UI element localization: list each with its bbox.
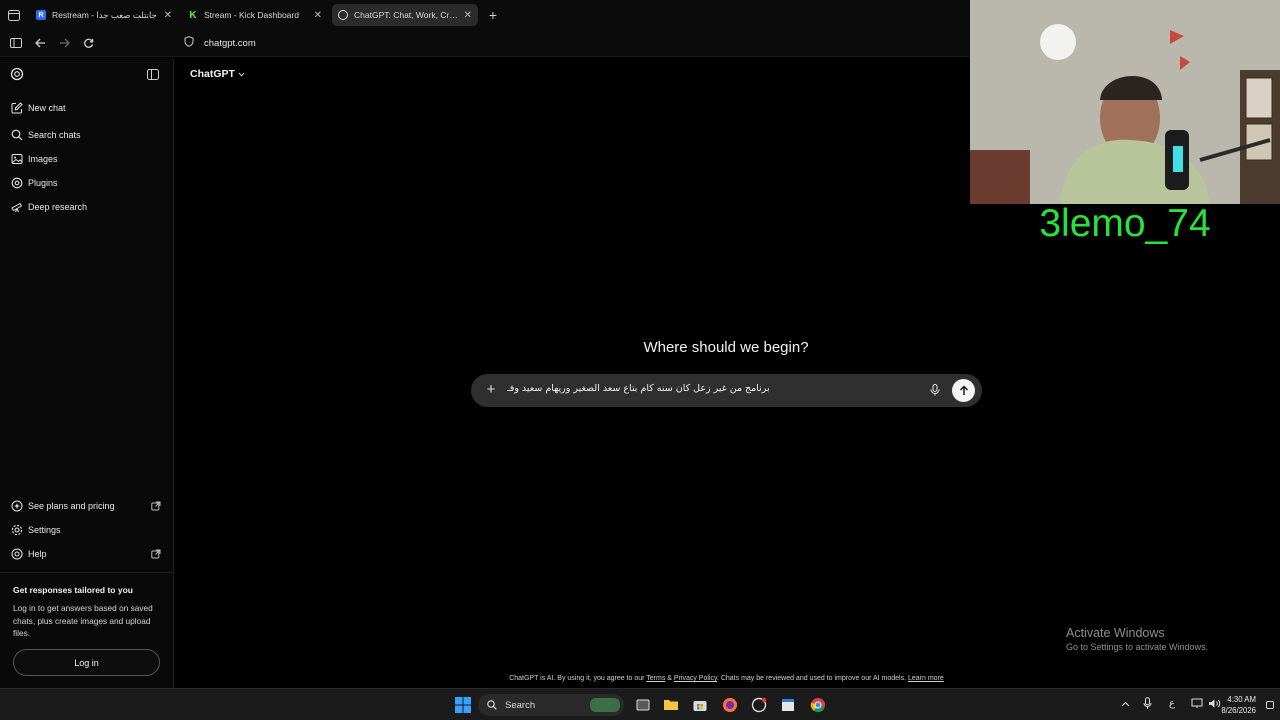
- tab-chatgpt[interactable]: ChatGPT: Chat, Work, Create & ✕: [332, 4, 478, 26]
- tab-title: Stream - Kick Dashboard: [204, 10, 299, 20]
- sidebar-item-settings[interactable]: Settings: [11, 521, 166, 539]
- page-headline: Where should we begin?: [643, 339, 809, 356]
- sidebar-item-label: Plugins: [28, 178, 58, 188]
- sparkle-icon: [11, 500, 23, 512]
- disclaimer-prefix: ChatGPT is AI. By using it, you agree to…: [509, 675, 647, 682]
- clock-date: 8/26/2026: [1221, 706, 1256, 715]
- watermark-title: Activate Windows: [1066, 626, 1165, 640]
- model-selector[interactable]: ChatGPT: [190, 68, 245, 80]
- search-icon: [11, 129, 23, 141]
- address-bar[interactable]: chatgpt.com: [178, 33, 968, 53]
- webcam-overlay: [970, 0, 1280, 204]
- input-language[interactable]: ع: [1169, 698, 1175, 709]
- external-link-icon: [151, 549, 161, 559]
- task-view-icon[interactable]: [635, 697, 651, 713]
- disclaimer-amp: &: [665, 675, 674, 682]
- disclaimer-middle: . Chats may be reviewed and used to impr…: [716, 675, 908, 682]
- site-info-icon[interactable]: [184, 36, 194, 50]
- plugins-icon: [11, 177, 23, 189]
- sidebar-item-label: Search chats: [28, 130, 81, 140]
- clock-time: 4:30 AM: [1227, 695, 1256, 704]
- windows-start-icon[interactable]: [455, 697, 471, 713]
- notification-icon[interactable]: [1266, 701, 1274, 709]
- taskbar-search-label: Search: [505, 699, 536, 711]
- sidebar-toggle-icon[interactable]: [8, 35, 24, 51]
- url-text[interactable]: chatgpt.com: [204, 38, 256, 49]
- telescope-icon: [11, 202, 23, 213]
- help-icon: [11, 548, 23, 560]
- gear-icon: [11, 524, 23, 536]
- search-highlight-icon: [590, 698, 620, 712]
- sidebar-item-plans-pricing[interactable]: See plans and pricing: [11, 497, 166, 515]
- model-name: ChatGPT: [190, 68, 235, 80]
- sidebar-item-new-chat[interactable]: New chat: [11, 99, 166, 117]
- tab-title: ChatGPT: Chat, Work, Create &: [354, 10, 472, 20]
- sidebar-item-label: New chat: [28, 103, 66, 113]
- webcam-feed-image: [970, 0, 1280, 204]
- tray-overflow-icon[interactable]: [1121, 699, 1130, 710]
- microphone-icon[interactable]: [928, 383, 942, 397]
- windows-taskbar: Search ع 4:30 AM 8/26/2026: [0, 688, 1280, 720]
- obs-icon[interactable]: [751, 697, 767, 713]
- sidebar-item-label: Help: [28, 549, 47, 559]
- close-tab-icon[interactable]: ✕: [164, 10, 172, 21]
- promo-title: Get responses tailored to you: [13, 585, 133, 595]
- microphone-tray-icon[interactable]: [1143, 697, 1152, 713]
- disclaimer-footer: ChatGPT is AI. By using it, you agree to…: [300, 675, 1153, 682]
- sidebar-item-plugins[interactable]: Plugins: [11, 174, 166, 192]
- kick-icon: K: [189, 9, 197, 21]
- close-tab-icon[interactable]: ✕: [464, 10, 472, 21]
- sidebar-item-deep-research[interactable]: Deep research: [11, 198, 166, 216]
- sidebar-item-label: Images: [28, 154, 58, 164]
- sidebar-item-search-chats[interactable]: Search chats: [11, 126, 166, 144]
- tab-title: جانتلت صعب جدا - Restream: [52, 9, 157, 20]
- reload-icon[interactable]: [80, 35, 96, 51]
- volume-icon[interactable]: [1208, 698, 1221, 712]
- new-tab-icon[interactable]: +: [485, 7, 501, 23]
- sidebar-item-label: Deep research: [28, 202, 88, 212]
- file-explorer-icon[interactable]: [663, 697, 679, 713]
- sidebar: New chat Search chats Images Plugins Dee…: [0, 58, 174, 688]
- forward-icon[interactable]: [56, 35, 72, 51]
- prompt-input[interactable]: برنامج من غير زعل كان سنه كام بتاع سعد ا…: [507, 383, 914, 399]
- tab-list-icon[interactable]: [6, 7, 22, 23]
- learn-more-link[interactable]: Learn more: [908, 675, 944, 682]
- sidebar-item-images[interactable]: Images: [11, 150, 166, 168]
- chatgpt-icon: [338, 10, 348, 20]
- taskbar-search[interactable]: Search: [478, 694, 624, 716]
- tab-restream[interactable]: R جانتلت صعب جدا - Restream ✕: [30, 4, 178, 26]
- firefox-icon[interactable]: [722, 697, 738, 713]
- send-button[interactable]: [952, 379, 975, 402]
- tab-kick-dashboard[interactable]: K Stream - Kick Dashboard ✕: [182, 4, 328, 26]
- external-link-icon: [151, 501, 161, 511]
- openai-logo-icon[interactable]: [9, 66, 25, 82]
- edit-icon: [11, 102, 23, 114]
- streamer-name: 3lemo_74: [1039, 202, 1211, 245]
- chrome-icon[interactable]: [810, 697, 826, 713]
- sidebar-item-help[interactable]: Help: [11, 545, 166, 563]
- chevron-down-icon: [238, 72, 245, 77]
- app-window-icon[interactable]: [780, 697, 796, 713]
- activate-windows-watermark: Activate Windows Go to Settings to activ…: [1066, 626, 1208, 652]
- add-attachment-button[interactable]: +: [483, 382, 499, 398]
- prompt-composer: + برنامج من غير زعل كان سنه كام بتاع سعد…: [471, 374, 982, 407]
- restream-icon: R: [36, 10, 46, 20]
- sidebar-item-label: Settings: [28, 525, 61, 535]
- system-clock[interactable]: 4:30 AM 8/26/2026: [1221, 694, 1256, 716]
- image-icon: [11, 154, 23, 164]
- close-tab-icon[interactable]: ✕: [314, 10, 322, 21]
- promo-text: Log in to get answers based on saved cha…: [13, 603, 153, 638]
- back-icon[interactable]: [32, 35, 48, 51]
- search-icon: [487, 700, 497, 710]
- privacy-link[interactable]: Privacy Policy: [674, 675, 717, 682]
- network-icon[interactable]: [1191, 698, 1203, 712]
- arrow-up-icon: [959, 385, 968, 395]
- sidebar-item-label: See plans and pricing: [28, 501, 115, 511]
- close-sidebar-icon[interactable]: [145, 66, 161, 82]
- terms-link[interactable]: Terms: [646, 675, 665, 682]
- sidebar-divider: [0, 572, 173, 573]
- store-icon[interactable]: [692, 697, 708, 713]
- watermark-subtitle: Go to Settings to activate Windows.: [1066, 642, 1209, 652]
- login-button[interactable]: Log in: [13, 649, 160, 676]
